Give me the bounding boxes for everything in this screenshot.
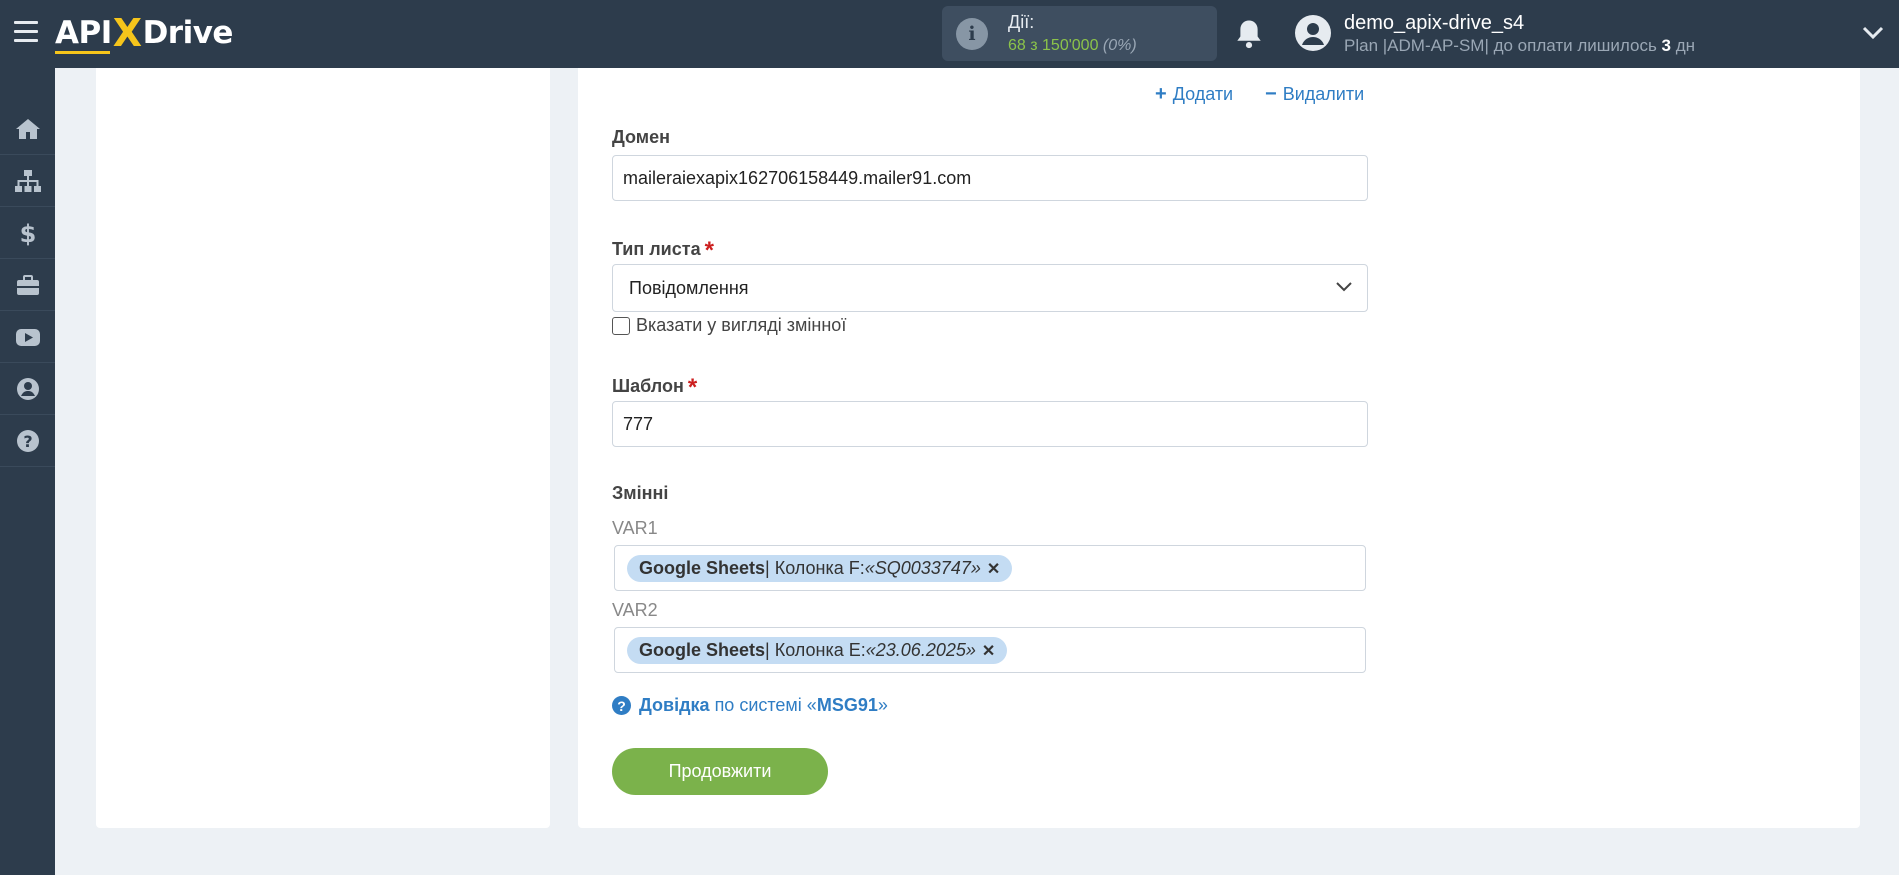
chevron-down-icon <box>1336 282 1352 292</box>
svg-text:$: $ <box>19 220 36 246</box>
youtube-icon <box>15 328 40 346</box>
as-variable-checkbox[interactable] <box>612 316 630 335</box>
required-marker: * <box>704 237 714 264</box>
tag-value: «SQ0033747» <box>864 558 981 578</box>
sidebar-item-home[interactable] <box>0 103 55 155</box>
avatar[interactable] <box>1294 14 1332 52</box>
add-link[interactable]: + Додати <box>1155 83 1233 106</box>
actions-counter[interactable]: i Дії: 68 з 150'000 (0%) <box>942 6 1217 61</box>
as-variable-label[interactable]: Вказати у вигляді змінної <box>636 315 846 336</box>
tag-source: Google Sheets <box>639 558 766 578</box>
var1-field[interactable]: Google Sheets | Колонка F: «SQ0033747» ✕ <box>614 545 1366 591</box>
as-variable-option[interactable]: Вказати у вигляді змінної <box>612 315 846 336</box>
actions-value: 68 з 150'000 (0%) <box>1008 37 1137 55</box>
question-circle-icon: ? <box>16 429 39 452</box>
sidebar-item-videos[interactable] <box>0 311 55 363</box>
question-circle-icon: ? <box>612 696 631 715</box>
remove-tag-icon[interactable]: ✕ <box>982 641 995 661</box>
letter-type-label-text: Тип листа <box>612 239 701 259</box>
plan-text: Plan |ADM-AP-SM| до оплати лишилось <box>1344 36 1662 55</box>
plan-info: Plan |ADM-AP-SM| до оплати лишилось 3 дн <box>1344 36 1695 56</box>
sidebar-item-connections[interactable] <box>0 155 55 207</box>
tag-column: | Колонка F: <box>765 558 865 578</box>
var2-field[interactable]: Google Sheets | Колонка E: «23.06.2025» ✕ <box>614 627 1366 673</box>
letter-type-select[interactable]: Повідомлення <box>612 264 1368 312</box>
actions-count: 68 з 150'000 <box>1008 37 1099 54</box>
briefcase-icon <box>16 274 39 295</box>
logo-drive-text: Drive <box>142 15 234 51</box>
user-circle-icon <box>16 377 39 400</box>
plus-icon: + <box>1155 83 1167 105</box>
sidebar-item-billing[interactable]: $ <box>0 207 55 259</box>
template-input[interactable]: 777 <box>612 401 1368 447</box>
home-icon <box>15 118 40 139</box>
add-label: Додати <box>1172 84 1234 104</box>
username[interactable]: demo_apix-drive_s4 <box>1344 12 1524 35</box>
svg-text:?: ? <box>23 432 32 451</box>
domain-input[interactable]: maileraiexapix162706158449.mailer91.com <box>612 155 1368 201</box>
sidebar: $ ? <box>0 68 55 875</box>
sidebar-item-profile[interactable] <box>0 363 55 415</box>
bell-icon[interactable] <box>1234 18 1264 50</box>
actions-label: Дії: <box>1008 12 1035 32</box>
continue-button[interactable]: Продовжити <box>612 748 828 795</box>
domain-label: Домен <box>612 127 670 147</box>
delete-label: Видалити <box>1282 84 1365 104</box>
logo[interactable]: API X Drive <box>55 11 233 55</box>
template-label: Шаблон * <box>612 371 698 401</box>
left-panel <box>96 68 550 828</box>
plan-days-unit: дн <box>1671 36 1696 55</box>
help-link[interactable]: Довідка <box>639 695 710 715</box>
info-icon: i <box>956 18 988 50</box>
sidebar-item-help[interactable]: ? <box>0 415 55 467</box>
minus-icon: − <box>1265 83 1277 105</box>
delete-link[interactable]: − Видалити <box>1265 83 1364 106</box>
help-text: по системі « <box>709 695 817 715</box>
variables-label: Змінні <box>612 483 669 503</box>
chevron-down-icon[interactable] <box>1862 24 1884 42</box>
var1-label: VAR1 <box>612 518 658 538</box>
sidebar-item-services[interactable] <box>0 259 55 311</box>
top-bar: API X Drive i Дії: 68 з 150'000 (0%) demo_… <box>0 0 1899 68</box>
required-marker: * <box>687 374 698 401</box>
sitemap-icon <box>14 169 41 192</box>
tag-value: «23.06.2025» <box>865 640 976 660</box>
hamburger-menu-icon[interactable] <box>14 21 40 43</box>
var2-tag[interactable]: Google Sheets | Колонка E: «23.06.2025» ✕ <box>627 637 1008 664</box>
tag-source: Google Sheets <box>639 640 766 660</box>
help-system-name: MSG91 <box>816 695 878 715</box>
template-label-text: Шаблон <box>612 376 684 396</box>
help-text-end: » <box>877 695 888 715</box>
letter-type-value: Повідомлення <box>629 277 749 298</box>
help-line: ? Довідка по системі «MSG91» <box>612 695 888 716</box>
logo-x-text: X <box>112 11 142 55</box>
letter-type-label: Тип листа * <box>612 234 714 264</box>
var2-label: VAR2 <box>612 600 658 620</box>
dollar-icon: $ <box>19 220 36 246</box>
logo-api-text: API <box>55 15 112 54</box>
remove-tag-icon[interactable]: ✕ <box>987 559 1000 579</box>
var1-tag[interactable]: Google Sheets | Колонка F: «SQ0033747» ✕ <box>627 555 1013 582</box>
actions-percent: (0%) <box>1102 37 1137 54</box>
plan-days: 3 <box>1661 36 1672 55</box>
tag-column: | Колонка E: <box>765 640 866 660</box>
